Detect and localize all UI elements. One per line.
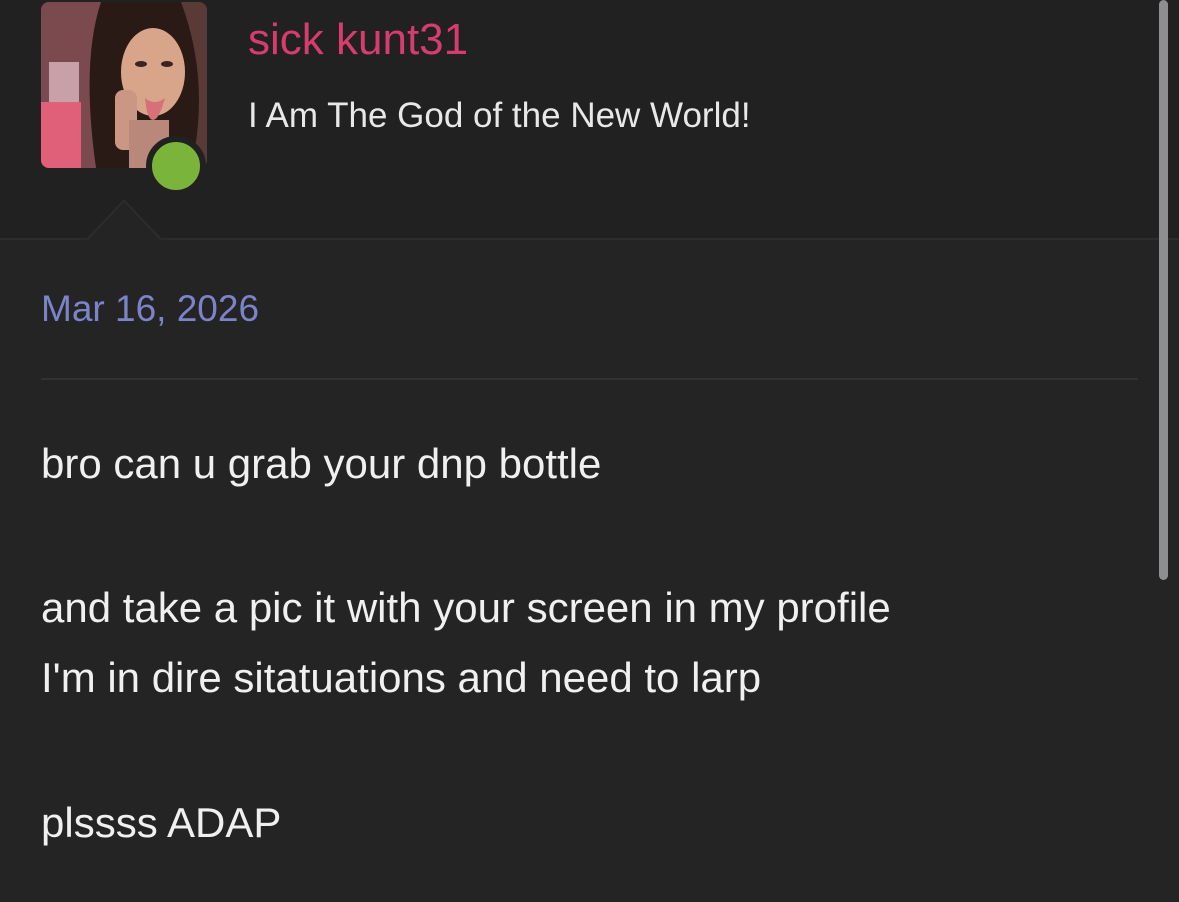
scrollbar[interactable]	[1159, 0, 1168, 580]
user-title: I Am The God of the New World!	[248, 96, 751, 135]
message-line: I'm in dire sitatuations and need to lar…	[41, 654, 762, 701]
message-line: plssss ADAP	[41, 799, 282, 846]
message-line: bro can u grab your dnp bottle	[41, 440, 602, 487]
header-pointer-fill	[88, 202, 160, 240]
post-date: Mar 16, 2026	[41, 288, 260, 329]
message-line: and take a pic it with your screen in my…	[41, 584, 891, 631]
online-status-indicator	[146, 136, 206, 196]
date-divider	[41, 378, 1138, 380]
message-view: sick kunt31 I Am The God of the New Worl…	[0, 0, 1179, 902]
header-divider	[0, 238, 1179, 240]
username[interactable]: sick kunt31	[248, 18, 468, 62]
